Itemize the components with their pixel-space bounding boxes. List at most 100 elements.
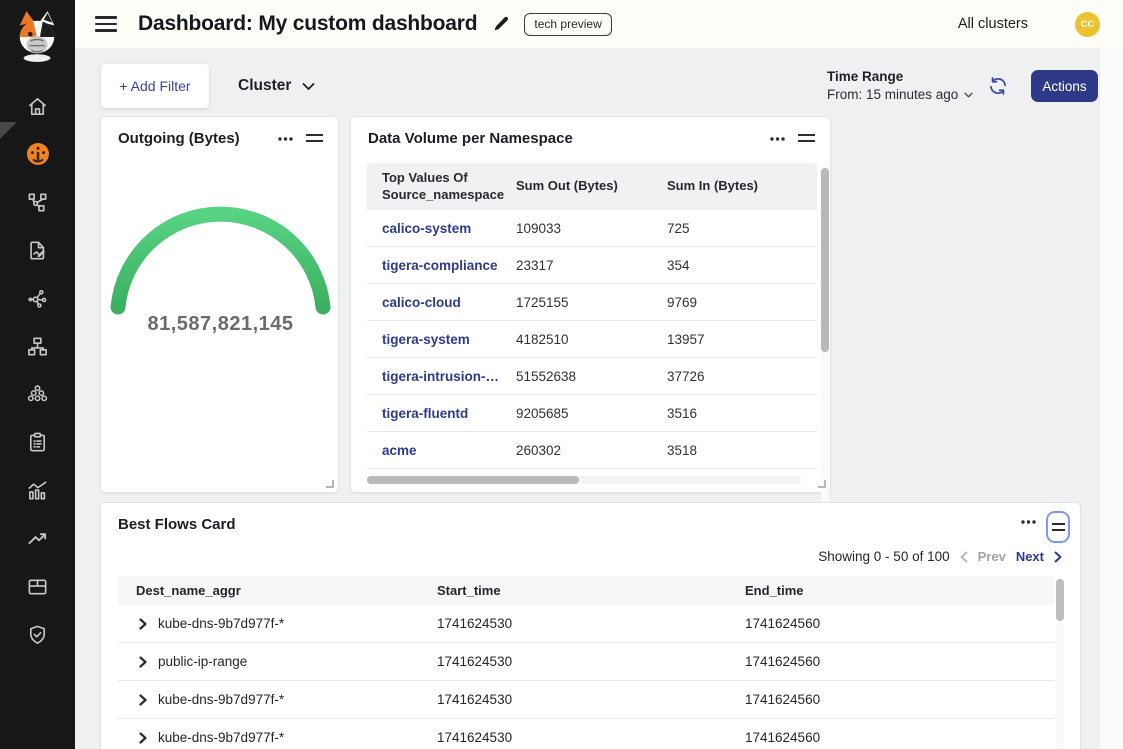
menu-icon[interactable]: [95, 16, 117, 31]
edit-pencil-icon[interactable]: [492, 15, 511, 34]
package-box-icon: [26, 575, 49, 598]
refresh-button[interactable]: [988, 76, 1008, 96]
trend-arrow-icon: [26, 527, 49, 550]
sidebar-item-policies[interactable]: [26, 238, 50, 262]
table-row: tigera-intrusion-d… 51552638 37726: [367, 358, 817, 395]
sum-out-value: 1725155: [516, 295, 667, 310]
sum-in-value: 354: [667, 258, 797, 273]
time-range: Time Range From: 15 minutes ago: [827, 69, 973, 102]
end-time: 1741624560: [745, 730, 1054, 745]
end-time: 1741624560: [745, 654, 1054, 669]
sidebar-item-compliance-reports[interactable]: [26, 430, 50, 454]
sum-in-value: 3518: [667, 443, 797, 458]
cluster-dropdown-label: Cluster: [238, 77, 291, 95]
policy-edit-icon: [26, 239, 49, 262]
sidebar-item-dashboards-active[interactable]: [26, 142, 50, 166]
data-volume-namespace-card: Data Volume per Namespace Top Values Of …: [350, 116, 831, 493]
page-title: Dashboard: My custom dashboard: [138, 12, 477, 36]
expand-chevron-icon[interactable]: [139, 694, 147, 706]
scrollbar-thumb[interactable]: [367, 476, 579, 484]
app-root: Dashboard: My custom dashboard tech prev…: [0, 0, 1123, 749]
sidebar-item-metrics[interactable]: [26, 478, 50, 502]
column-header-end: End_time: [745, 583, 1054, 598]
table-row: calico-system 109033 725: [367, 210, 817, 247]
outgoing-bytes-card: Outgoing (Bytes): [100, 116, 339, 493]
best-flows-card: Best Flows Card Showing 0 - 50 of 100 Pr…: [100, 502, 1081, 749]
table-row: public-ip-range 1741624530 1741624560: [118, 643, 1054, 681]
table-row: kube-dns-9b7d977f-* 1741624530 174162456…: [118, 681, 1054, 719]
sidebar-nav: [0, 94, 75, 646]
table-header-row: Dest_name_aggr Start_time End_time: [118, 576, 1054, 605]
card-menu-ellipsis-icon[interactable]: [1021, 520, 1036, 524]
chevron-down-icon: [302, 82, 315, 91]
sidebar-item-network-topology[interactable]: [26, 334, 50, 358]
calico-cat-logo: [14, 8, 60, 71]
time-range-label: Time Range: [827, 69, 973, 84]
column-header-sum-out: Sum Out (Bytes): [516, 178, 667, 194]
resize-handle-icon[interactable]: [326, 480, 334, 488]
cluster-dropdown[interactable]: Cluster: [238, 64, 315, 108]
sum-out-value: 109033: [516, 221, 667, 236]
sum-out-value: 23317: [516, 258, 667, 273]
sidebar: [0, 0, 75, 749]
chevron-right-icon[interactable]: [1054, 551, 1062, 563]
chevron-down-icon: [964, 92, 973, 98]
time-range-value-dropdown[interactable]: From: 15 minutes ago: [827, 87, 973, 102]
sidebar-item-packages[interactable]: [26, 574, 50, 598]
sum-out-value: 260302: [516, 443, 667, 458]
sum-out-value: 9205685: [516, 406, 667, 421]
next-button[interactable]: Next: [1016, 549, 1044, 564]
sidebar-item-trends[interactable]: [26, 526, 50, 550]
horizontal-scrollbar[interactable]: [367, 476, 801, 484]
column-header-dest: Dest_name_aggr: [136, 583, 437, 598]
namespace-link[interactable]: calico-system: [382, 221, 516, 236]
chevron-left-icon[interactable]: [960, 551, 968, 563]
start-time: 1741624530: [437, 730, 745, 745]
sidebar-item-home[interactable]: [26, 94, 50, 118]
dashboard-gauge-icon: [26, 141, 50, 167]
sum-out-value: 4182510: [516, 332, 667, 347]
vertical-scrollbar[interactable]: [821, 167, 829, 512]
sum-in-value: 37726: [667, 369, 797, 384]
scrollbar-thumb[interactable]: [821, 168, 829, 352]
refresh-icon: [988, 76, 1008, 96]
service-graph-icon: [26, 191, 49, 214]
expand-chevron-icon[interactable]: [139, 732, 147, 744]
namespace-link[interactable]: acme: [382, 443, 516, 458]
vertical-scrollbar[interactable]: [1056, 578, 1064, 749]
namespace-link[interactable]: tigera-intrusion-d…: [382, 369, 516, 384]
table-row: tigera-system 4182510 13957: [367, 321, 817, 358]
avatar[interactable]: CC: [1075, 12, 1100, 37]
expand-chevron-icon[interactable]: [139, 618, 147, 630]
pagination: Showing 0 - 50 of 100 Prev Next: [818, 549, 1062, 564]
end-time: 1741624560: [745, 616, 1054, 631]
namespace-link[interactable]: tigera-system: [382, 332, 516, 347]
dest-name: public-ip-range: [158, 654, 247, 669]
namespace-link[interactable]: tigera-fluentd: [382, 406, 516, 421]
namespace-table: Top Values Of Source_namespace Sum Out (…: [367, 163, 817, 469]
time-range-value: From: 15 minutes ago: [827, 87, 958, 102]
sidebar-item-workloads[interactable]: [26, 382, 50, 406]
page-scrollbar[interactable]: [1099, 48, 1123, 749]
prev-button[interactable]: Prev: [978, 549, 1006, 564]
card-drag-handle-icon[interactable]: [798, 134, 815, 143]
sitemap-icon: [26, 335, 49, 358]
scrollbar-thumb[interactable]: [1056, 579, 1064, 621]
resize-handle-icon[interactable]: [818, 480, 826, 488]
sidebar-item-security[interactable]: [26, 622, 50, 646]
expand-chevron-icon[interactable]: [139, 656, 147, 668]
start-time: 1741624530: [437, 616, 745, 631]
card-drag-handle-focused[interactable]: [1046, 511, 1070, 543]
namespace-link[interactable]: calico-cloud: [382, 295, 516, 310]
cluster-scope-selector[interactable]: All clusters: [958, 16, 1028, 32]
actions-button[interactable]: Actions: [1031, 70, 1098, 102]
sidebar-item-service-graph[interactable]: [26, 190, 50, 214]
table-header-row: Top Values Of Source_namespace Sum Out (…: [367, 163, 817, 210]
table-row: acme 260302 3518: [367, 432, 817, 469]
card-menu-ellipsis-icon[interactable]: [770, 137, 785, 141]
sidebar-item-flow-visualizations[interactable]: [26, 286, 50, 310]
namespace-link[interactable]: tigera-compliance: [382, 258, 516, 273]
table-row: calico-cloud 1725155 9769: [367, 284, 817, 321]
column-header-sum-in: Sum In (Bytes): [667, 178, 797, 194]
add-filter-button[interactable]: + Add Filter: [101, 64, 209, 108]
